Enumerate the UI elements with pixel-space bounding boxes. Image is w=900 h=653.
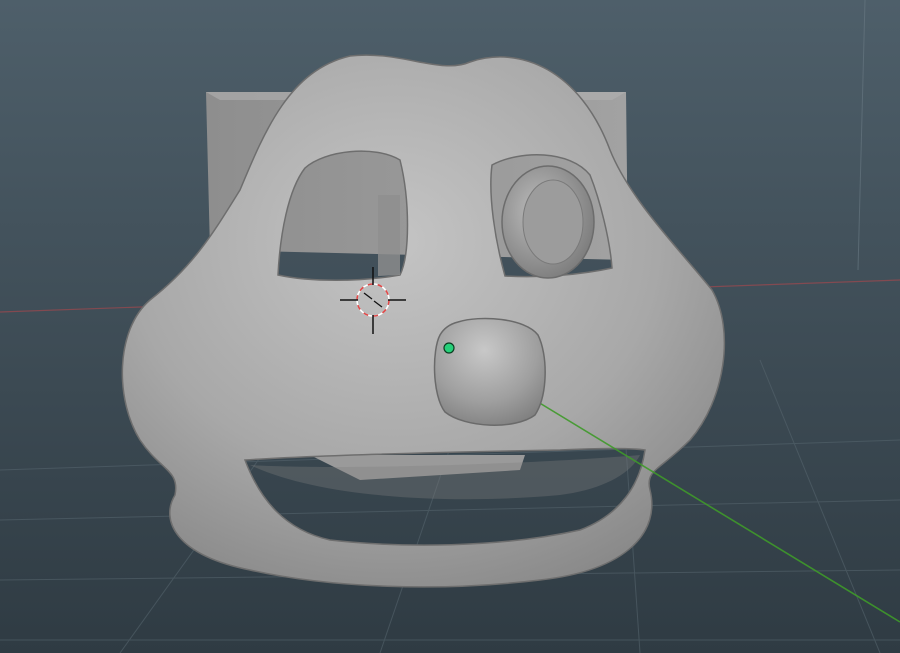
left-eye-socket-inner — [378, 195, 400, 276]
3d-viewport[interactable] — [0, 0, 900, 653]
right-eye-mesh[interactable] — [501, 165, 595, 279]
nose-mesh[interactable] — [433, 317, 546, 426]
viewport-canvas[interactable] — [0, 0, 900, 653]
selected-origin-dot[interactable] — [443, 342, 455, 354]
